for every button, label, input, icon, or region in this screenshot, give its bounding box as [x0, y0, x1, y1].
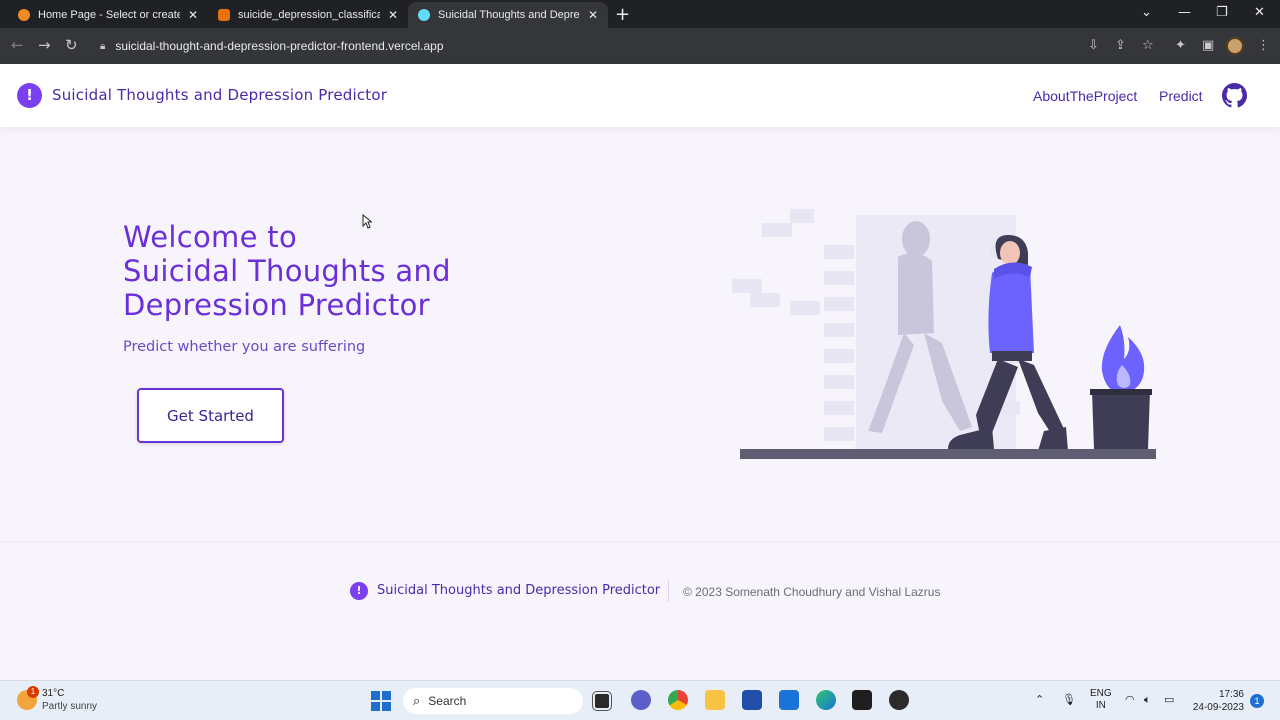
hero-title-line: Depression Predictor	[123, 288, 430, 322]
language-indicator[interactable]: ENG IN	[1090, 688, 1112, 712]
walking-person-illustration	[732, 209, 1156, 459]
chevron-up-icon[interactable]: ⌃	[1035, 693, 1044, 706]
clock[interactable]: 17:36 24-09-2023	[1192, 688, 1244, 714]
flame-pot	[1090, 325, 1152, 449]
tab-search-chevron-icon[interactable]: ⌄	[1141, 5, 1152, 20]
browser-tab[interactable]: suicide_depression_classification ✕	[208, 2, 408, 28]
browser-tab-active[interactable]: Suicidal Thoughts and Depressio ✕	[408, 2, 608, 28]
share-icon[interactable]: ⇪	[1115, 38, 1126, 53]
extensions-icon[interactable]: ✦	[1175, 38, 1186, 53]
forward-icon[interactable]: →	[38, 36, 51, 54]
browser-tab[interactable]: Home Page - Select or create a n ✕	[8, 2, 208, 28]
tab-title: Suicidal Thoughts and Depressio	[438, 9, 580, 21]
github-icon[interactable]	[1222, 83, 1247, 108]
weather-condition[interactable]: Partly sunny	[42, 701, 97, 712]
reload-icon[interactable]: ↻	[65, 36, 78, 54]
notification-badge[interactable]: 1	[1250, 694, 1264, 708]
lock-icon: 🔒︎	[100, 40, 106, 52]
windows-start-icon[interactable]	[371, 691, 391, 711]
tab-title: suicide_depression_classification	[238, 9, 380, 21]
microsoft-store-icon[interactable]	[742, 690, 762, 710]
volume-icon[interactable]: 🔈︎	[1144, 693, 1151, 707]
minimize-icon[interactable]: —	[1178, 5, 1191, 20]
close-tab-icon[interactable]: ✕	[388, 8, 398, 22]
nav-about-the-project[interactable]: AboutTheProject	[1033, 88, 1137, 104]
exclamation-icon: !	[350, 582, 368, 600]
close-tab-icon[interactable]: ✕	[188, 8, 198, 22]
microphone-icon[interactable]: 🎙︎	[1062, 693, 1076, 706]
back-icon[interactable]: ←	[11, 36, 24, 54]
get-started-button[interactable]: Get Started	[137, 388, 284, 443]
address-bar[interactable]: 🔒︎ suicidal-thought-and-depression-predi…	[90, 32, 1166, 60]
new-tab-icon[interactable]: +	[615, 4, 630, 25]
footer-divider	[0, 541, 1280, 542]
tab-title: Home Page - Select or create a n	[38, 9, 180, 21]
wifi-icon[interactable]: ◠	[1125, 693, 1135, 706]
taskbar-search[interactable]: ⌕ Search	[403, 688, 583, 714]
hero-title-line: Welcome to	[123, 220, 297, 254]
tab-favicon-icon	[218, 9, 230, 21]
nav-predict[interactable]: Predict	[1159, 88, 1203, 104]
url-text: suicidal-thought-and-depression-predicto…	[115, 39, 444, 53]
region-code: IN	[1095, 700, 1106, 711]
weather-temperature[interactable]: 31°C	[42, 688, 64, 699]
mail-icon[interactable]	[779, 690, 799, 710]
hero-title: Welcome to Suicidal Thoughts and Depress…	[123, 220, 451, 322]
profile-avatar[interactable]	[1226, 37, 1244, 55]
close-tab-icon[interactable]: ✕	[588, 8, 598, 22]
install-app-icon[interactable]: ⇩	[1088, 38, 1099, 53]
site-header: ! Suicidal Thoughts and Depression Predi…	[0, 64, 1280, 127]
app-icon[interactable]	[889, 690, 909, 710]
task-view-icon[interactable]	[592, 691, 612, 711]
battery-icon[interactable]: ▭	[1164, 693, 1174, 706]
edge-icon[interactable]	[816, 690, 836, 710]
footer-copyright: © 2023 Somenath Choudhury and Vishal Laz…	[683, 585, 941, 599]
file-explorer-icon[interactable]	[705, 690, 725, 710]
browser-tab-bar: Home Page - Select or create a n ✕ suici…	[0, 0, 1280, 28]
hero-subtitle: Predict whether you are suffering	[123, 339, 366, 355]
search-icon: ⌕	[413, 693, 421, 709]
restore-icon[interactable]: ❐	[1216, 5, 1228, 20]
menu-kebab-icon[interactable]: ⋮	[1257, 38, 1270, 53]
brand-title[interactable]: Suicidal Thoughts and Depression Predict…	[52, 86, 387, 104]
react-favicon-icon	[418, 9, 430, 21]
mouse-cursor-icon	[362, 214, 372, 229]
footer-separator	[668, 580, 669, 602]
terminal-icon[interactable]	[852, 690, 872, 710]
side-panel-icon[interactable]: ▣	[1202, 38, 1214, 53]
clock-time: 17:36	[1218, 689, 1244, 700]
clock-date: 24-09-2023	[1192, 702, 1244, 713]
close-window-icon[interactable]: ✕	[1254, 5, 1265, 20]
windows-taskbar: 1 31°C Partly sunny ⌕ Search ⌃ 🎙︎ ENG IN…	[0, 680, 1280, 720]
browser-toolbar: ← → ↻ 🔒︎ suicidal-thought-and-depression…	[0, 28, 1280, 64]
language-code: ENG	[1090, 688, 1112, 699]
footer-brand-title: Suicidal Thoughts and Depression Predict…	[377, 583, 661, 598]
bookmark-star-icon[interactable]: ☆	[1142, 38, 1154, 53]
hero-title-line: Suicidal Thoughts and	[123, 254, 451, 288]
search-placeholder: Search	[428, 694, 467, 708]
exclamation-icon[interactable]: !	[17, 83, 42, 108]
ground-line	[740, 449, 1156, 459]
chrome-icon[interactable]	[668, 690, 688, 710]
weather-badge: 1	[27, 686, 39, 698]
tab-favicon-icon	[18, 9, 30, 21]
teams-chat-icon[interactable]	[631, 690, 651, 710]
